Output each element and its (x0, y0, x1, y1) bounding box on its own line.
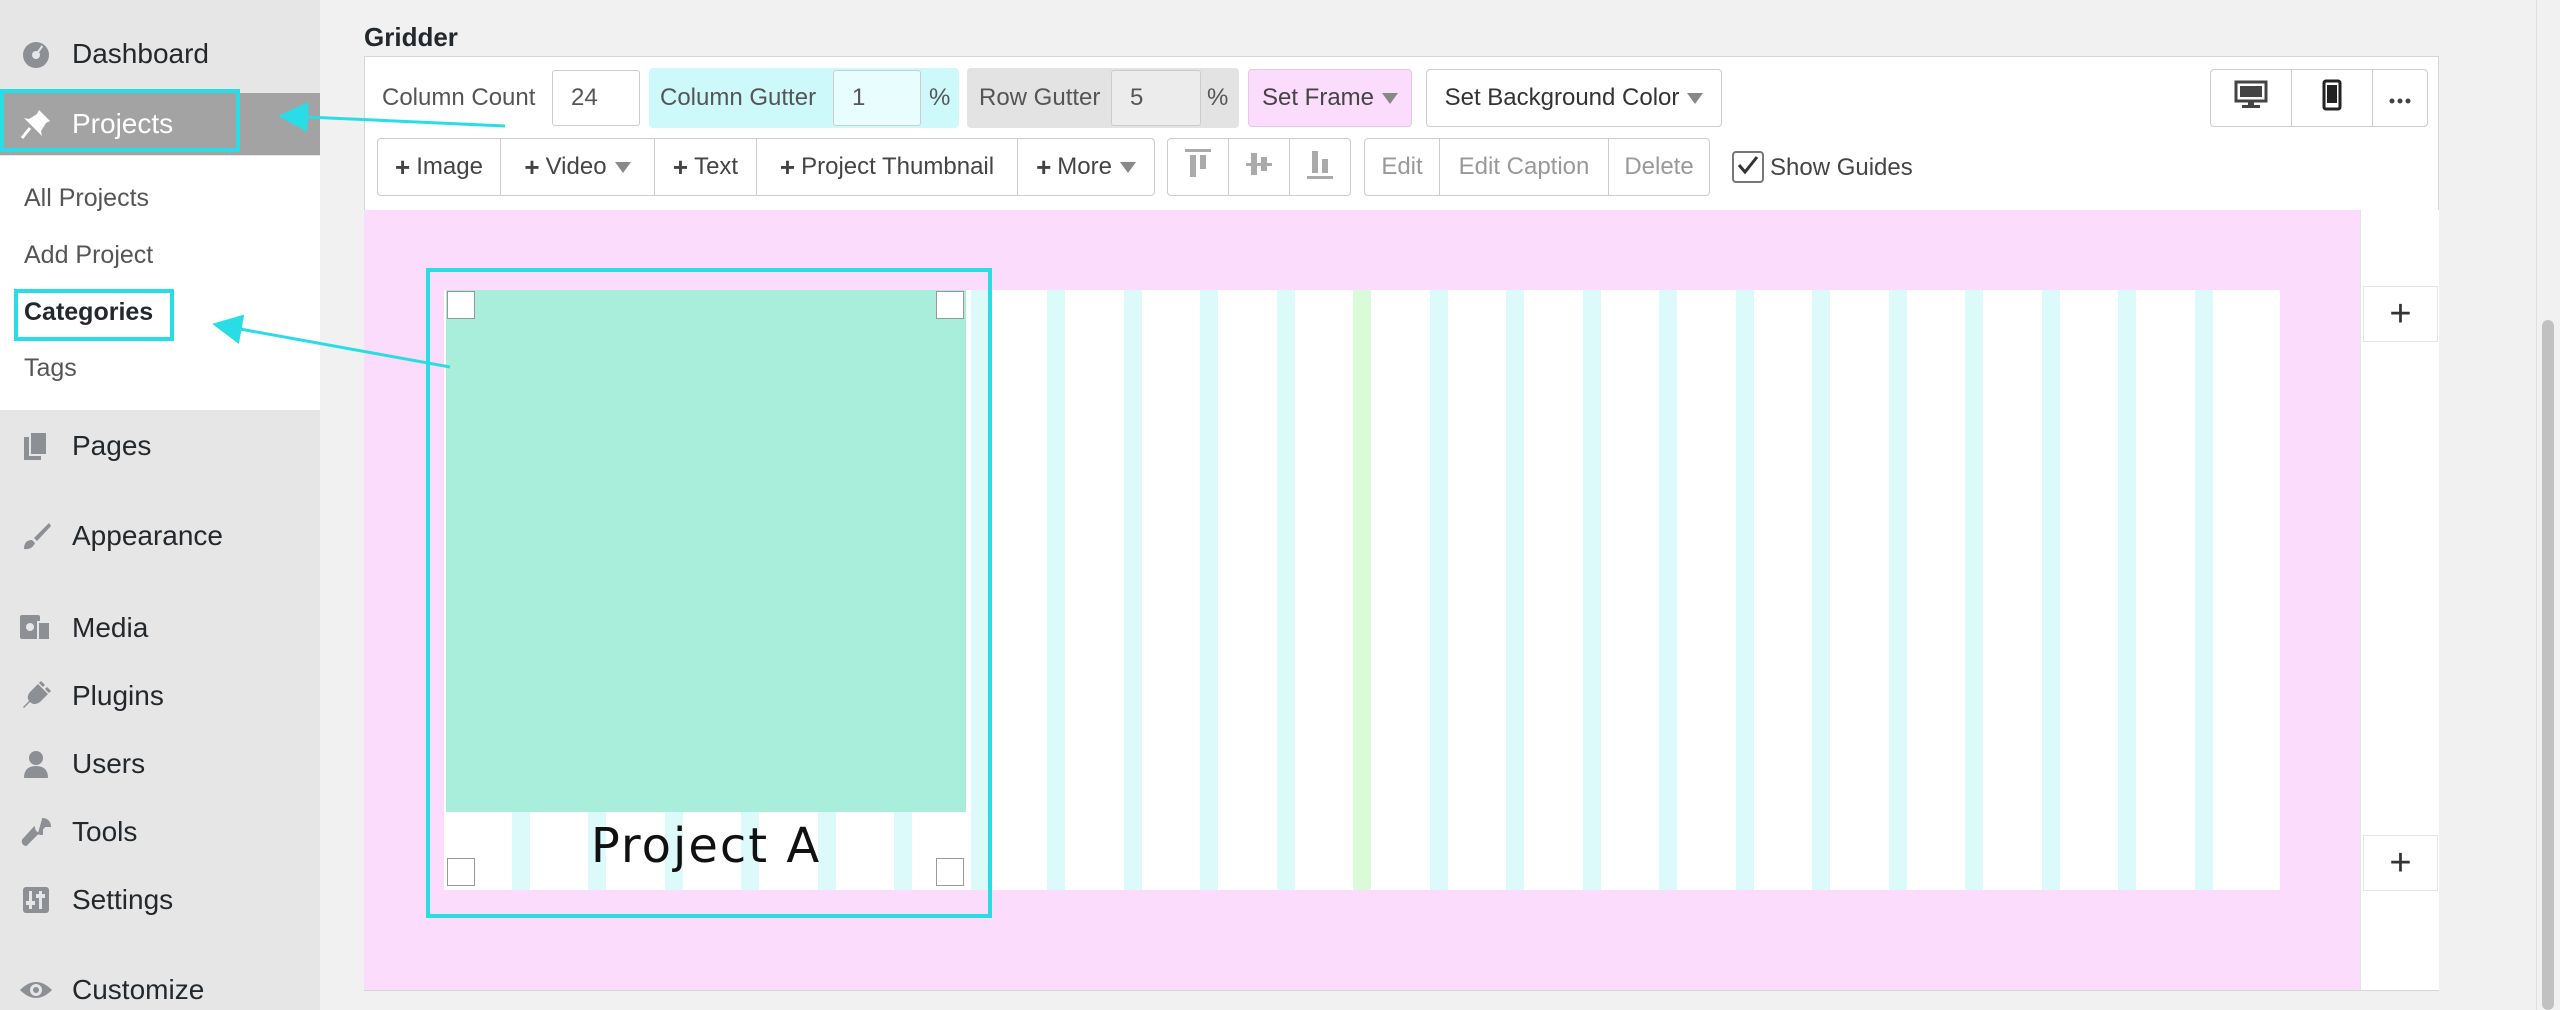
arrow-to-projects (278, 102, 506, 133)
annotation-arrows (212, 102, 506, 369)
scrollbar-thumb[interactable] (2542, 320, 2554, 1010)
arrow-to-categories (212, 314, 451, 369)
page-scrollbar[interactable] (2536, 0, 2560, 1010)
